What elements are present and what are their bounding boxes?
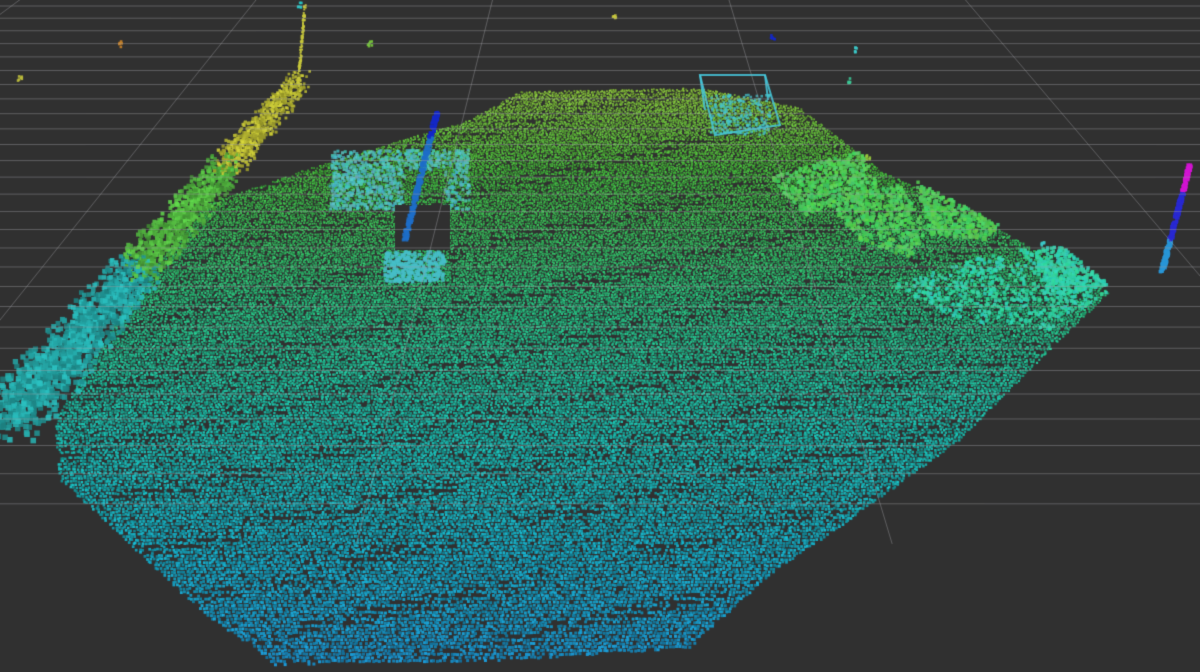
3d-viewport[interactable]	[0, 0, 1200, 672]
point-cloud-canvas[interactable]	[0, 0, 1200, 672]
